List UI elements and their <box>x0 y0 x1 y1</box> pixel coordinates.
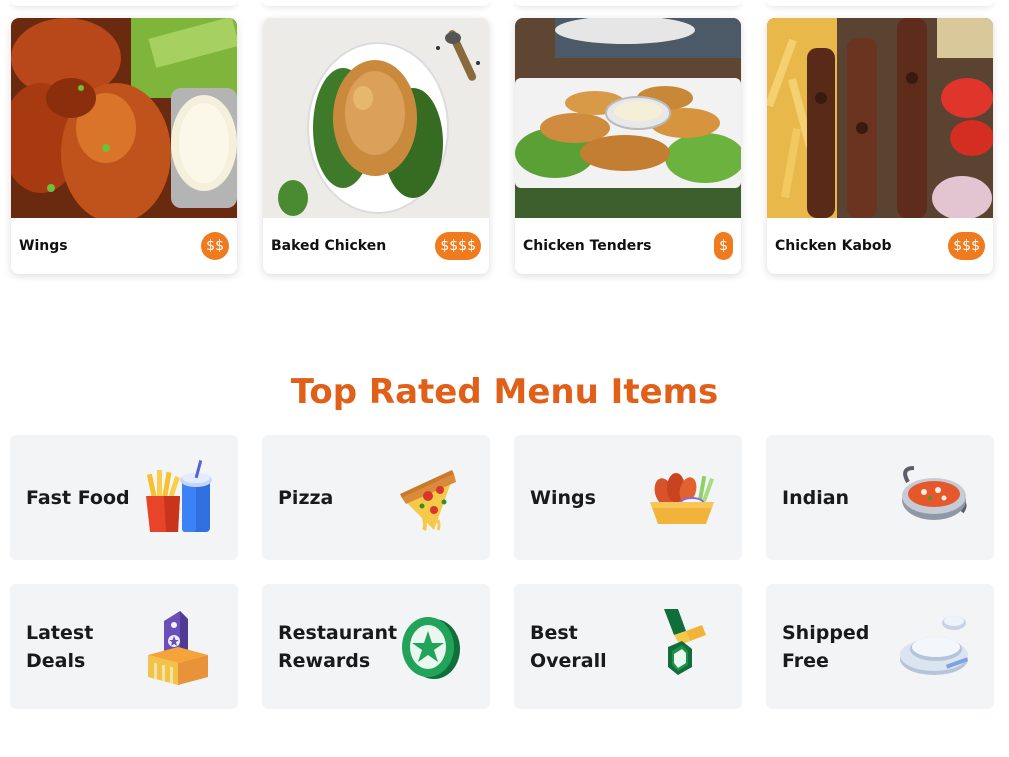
menu-tile-pizza[interactable]: Pizza <box>262 435 490 560</box>
page: Wings $$ Baked Chicken $$$$ Chicken Tend… <box>0 0 1009 757</box>
menu-tile-wings[interactable]: Wings <box>514 435 742 560</box>
menu-tile-fast-food[interactable]: Fast Food <box>10 435 238 560</box>
wings-icon <box>646 458 718 538</box>
price-badge: $$$$ <box>435 232 481 260</box>
card-edge <box>515 0 741 6</box>
menu-tile-grid: Fast Food Pizza Wings Indian Latest Deal… <box>10 435 994 709</box>
price-badge: $$ <box>201 232 229 260</box>
food-card-name: Wings <box>19 238 68 254</box>
food-card-name: Chicken Tenders <box>523 238 652 254</box>
chicken-tenders-photo <box>515 18 741 218</box>
menu-tile-best-overall[interactable]: Best Overall <box>514 584 742 709</box>
deals-tag-icon <box>142 607 214 687</box>
menu-tile-shipped-free[interactable]: Shipped Free <box>766 584 994 709</box>
menu-tile-restaurant-rewards[interactable]: Restaurant Rewards <box>262 584 490 709</box>
food-card-chicken-tenders[interactable]: Chicken Tenders $ <box>515 18 741 274</box>
menu-tile-label: Indian <box>782 486 850 509</box>
food-card-name: Chicken Kabob <box>775 238 892 254</box>
food-card-chicken-kabob[interactable]: Chicken Kabob $$$ <box>767 18 993 274</box>
menu-tile-label: Restaurant Rewards <box>278 621 398 672</box>
rewards-coin-icon <box>394 607 466 687</box>
menu-tile-label: Pizza <box>278 486 334 509</box>
card-edge <box>263 0 489 6</box>
menu-tile-label: Shipped Free <box>782 621 870 672</box>
food-card-wings[interactable]: Wings $$ <box>11 18 237 274</box>
food-card-name: Baked Chicken <box>271 238 387 254</box>
food-card-baked-chicken[interactable]: Baked Chicken $$$$ <box>263 18 489 274</box>
menu-tile-latest-deals[interactable]: Latest Deals <box>10 584 238 709</box>
fast-food-icon <box>142 458 214 538</box>
menu-tile-label: Fast Food <box>26 486 130 509</box>
medal-icon <box>646 607 718 687</box>
indian-curry-icon <box>898 458 970 538</box>
plates-icon <box>898 607 970 687</box>
baked-chicken-photo <box>263 18 489 218</box>
section-title: Top Rated Menu Items <box>290 372 719 412</box>
price-badge: $$$ <box>948 232 985 260</box>
menu-tile-label: Latest Deals <box>26 621 94 672</box>
chicken-kabob-photo <box>767 18 993 218</box>
wings-photo <box>11 18 237 218</box>
food-card-row: Wings $$ Baked Chicken $$$$ Chicken Tend… <box>11 18 993 274</box>
pizza-icon <box>394 458 466 538</box>
menu-tile-label: Best Overall <box>530 621 607 672</box>
menu-tile-indian[interactable]: Indian <box>766 435 994 560</box>
menu-tile-label: Wings <box>530 486 596 509</box>
card-edge <box>767 0 993 6</box>
price-badge: $ <box>714 232 733 260</box>
card-edge <box>11 0 237 6</box>
